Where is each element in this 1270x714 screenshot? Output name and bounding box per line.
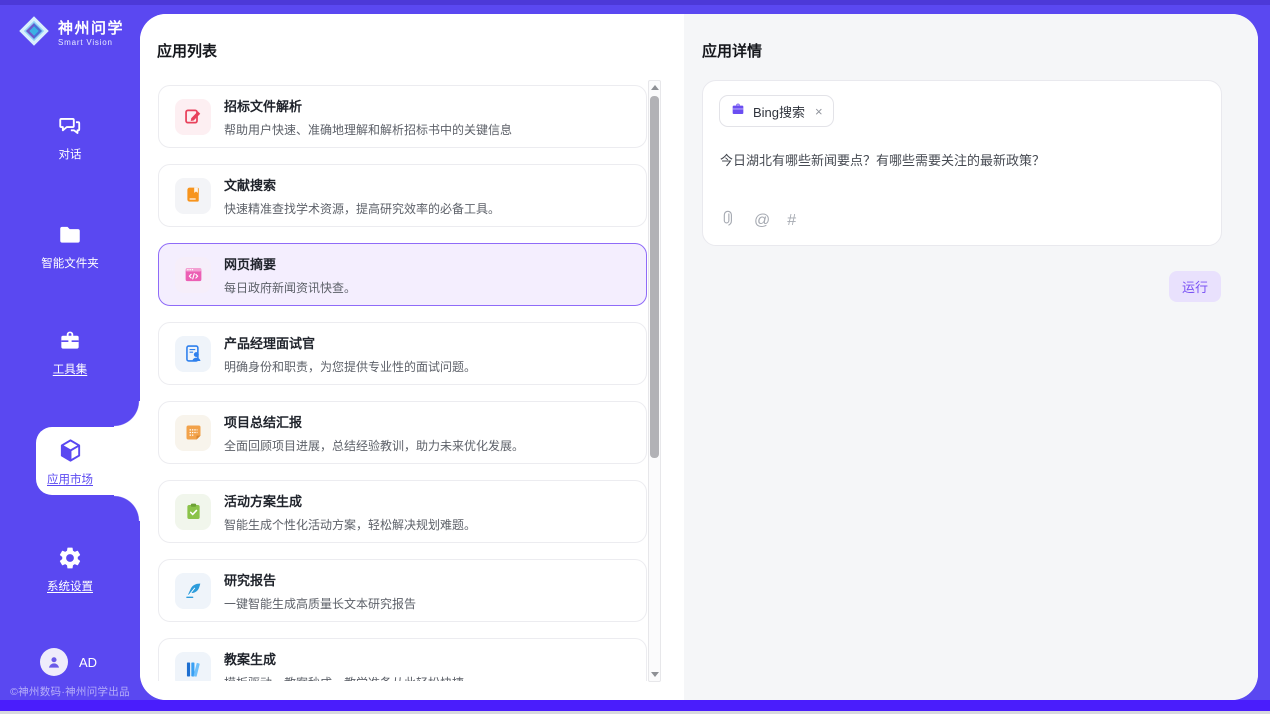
at-icon[interactable]: @	[754, 213, 770, 229]
app-card-desc: 全面回顾项目进展，总结经验教训，助力未来优化发展。	[224, 437, 524, 454]
brand-logo: 神州问学 Smart Vision	[15, 12, 124, 55]
briefcase-icon	[730, 101, 746, 122]
app-card-lesson-plan[interactable]: 教案生成 模板驱动，教案秒成，教学准备从此轻松快捷	[158, 638, 647, 681]
cube-icon	[0, 437, 140, 464]
user-account[interactable]: AD	[40, 648, 97, 676]
app-detail-title: 应用详情	[702, 40, 762, 61]
sidebar-item-label: 对话	[0, 146, 140, 162]
app-window: 神州问学 Smart Vision 对话 智能文件夹	[0, 0, 1270, 714]
main-panel: 应用列表 招标文件解析 帮助用户快速、准确地理解和解析招标书中的关键信息	[140, 14, 1258, 700]
brand-title: 神州问学	[58, 20, 124, 37]
app-card-desc: 一键智能生成高质量长文本研究报告	[224, 595, 416, 612]
app-card-literature-search[interactable]: 文献搜索 快速精准查找学术资源，提高研究效率的必备工具。	[158, 164, 647, 227]
avatar[interactable]	[40, 648, 68, 676]
app-list: 招标文件解析 帮助用户快速、准确地理解和解析招标书中的关键信息 文献搜索	[140, 78, 684, 681]
app-card-title: 网页摘要	[224, 254, 356, 273]
app-card-bid-analysis[interactable]: 招标文件解析 帮助用户快速、准确地理解和解析招标书中的关键信息	[158, 85, 647, 148]
tool-chip-bing-search[interactable]: Bing搜索 ×	[719, 95, 834, 127]
browser-code-icon	[175, 257, 211, 293]
hash-icon[interactable]: #	[787, 213, 796, 229]
app-list-panel: 应用列表 招标文件解析 帮助用户快速、准确地理解和解析招标书中的关键信息	[140, 14, 684, 700]
sidebar-item-label: 系统设置	[0, 578, 140, 594]
sidebar-item-toolset[interactable]: 工具集	[0, 328, 140, 377]
sidebar-item-label: 智能文件夹	[0, 255, 140, 271]
clipboard-check-icon	[175, 494, 211, 530]
paperclip-icon[interactable]	[720, 210, 737, 232]
run-button[interactable]: 运行	[1169, 271, 1221, 302]
tab-fillet-bottom	[114, 495, 140, 521]
sidebar-item-smart-folders[interactable]: 智能文件夹	[0, 222, 140, 271]
folder-icon	[0, 222, 140, 248]
books-icon	[175, 652, 211, 682]
app-card-title: 研究报告	[224, 570, 416, 589]
app-list-scrollbar[interactable]	[648, 80, 661, 682]
app-card-event-plan[interactable]: 活动方案生成 智能生成个性化活动方案，轻松解决规划难题。	[158, 480, 647, 543]
app-card-web-summary[interactable]: 网页摘要 每日政府新闻资讯快查。	[158, 243, 647, 306]
prompt-text[interactable]: 今日湖北有哪些新闻要点？有哪些需要关注的最新政策？	[720, 151, 1205, 170]
app-list-title: 应用列表	[157, 40, 217, 61]
app-card-title: 文献搜索	[224, 175, 500, 194]
app-card-pm-interviewer[interactable]: 产品经理面试官 明确身份和职责，为您提供专业性的面试问题。	[158, 322, 647, 385]
tool-chip-label: Bing搜索	[753, 102, 805, 121]
app-card-title: 招标文件解析	[224, 96, 512, 115]
sidebar-footer-text: ©神州数码·神州问学出品	[0, 684, 140, 699]
scrollbar-down-icon[interactable]	[649, 672, 660, 677]
toolbox-icon	[0, 328, 140, 354]
prompt-input[interactable]: Bing搜索 × 今日湖北有哪些新闻要点？有哪些需要关注的最新政策？ @ #	[702, 80, 1222, 246]
app-card-title: 产品经理面试官	[224, 333, 476, 352]
sidebar-item-label: 应用市场	[0, 471, 140, 487]
chip-close-icon[interactable]: ×	[815, 105, 823, 118]
app-card-desc: 帮助用户快速、准确地理解和解析招标书中的关键信息	[224, 121, 512, 138]
sidebar-item-app-market[interactable]: 应用市场	[0, 437, 140, 487]
sidebar-item-settings[interactable]: 系统设置	[0, 545, 140, 594]
note-icon	[175, 415, 211, 451]
app-card-desc: 每日政府新闻资讯快查。	[224, 279, 356, 296]
person-icon	[45, 653, 63, 671]
sidebar-item-label: 工具集	[0, 361, 140, 377]
scrollbar-thumb[interactable]	[650, 96, 659, 458]
app-card-title: 教案生成	[224, 649, 464, 668]
app-card-desc: 模板驱动，教案秒成，教学准备从此轻松快捷	[224, 674, 464, 682]
diamond-logo-icon	[15, 12, 53, 55]
bottom-accent-bar	[0, 700, 1270, 711]
gear-icon	[0, 545, 140, 571]
scrollbar-up-icon[interactable]	[649, 85, 660, 90]
chat-icon	[0, 113, 140, 139]
app-card-title: 项目总结汇报	[224, 412, 524, 431]
sidebar-item-chat[interactable]: 对话	[0, 113, 140, 162]
tab-fillet-top	[114, 401, 140, 427]
app-detail-panel: 应用详情 Bing搜索 × 今日湖北有哪些新闻要点？有哪些需要关注的最新政策？	[684, 14, 1258, 700]
pen-edit-icon	[175, 99, 211, 135]
composer-toolbar: @ #	[720, 210, 796, 232]
book-icon	[175, 178, 211, 214]
sidebar: 神州问学 Smart Vision 对话 智能文件夹	[0, 0, 140, 714]
app-card-title: 活动方案生成	[224, 491, 476, 510]
user-initials: AD	[79, 655, 97, 670]
top-edge-strip	[0, 0, 1270, 5]
brand-subtitle: Smart Vision	[58, 38, 124, 47]
app-card-desc: 明确身份和职责，为您提供专业性的面试问题。	[224, 358, 476, 375]
person-doc-icon	[175, 336, 211, 372]
quill-icon	[175, 573, 211, 609]
app-card-research-report[interactable]: 研究报告 一键智能生成高质量长文本研究报告	[158, 559, 647, 622]
app-card-desc: 智能生成个性化活动方案，轻松解决规划难题。	[224, 516, 476, 533]
app-card-desc: 快速精准查找学术资源，提高研究效率的必备工具。	[224, 200, 500, 217]
app-card-project-summary[interactable]: 项目总结汇报 全面回顾项目进展，总结经验教训，助力未来优化发展。	[158, 401, 647, 464]
